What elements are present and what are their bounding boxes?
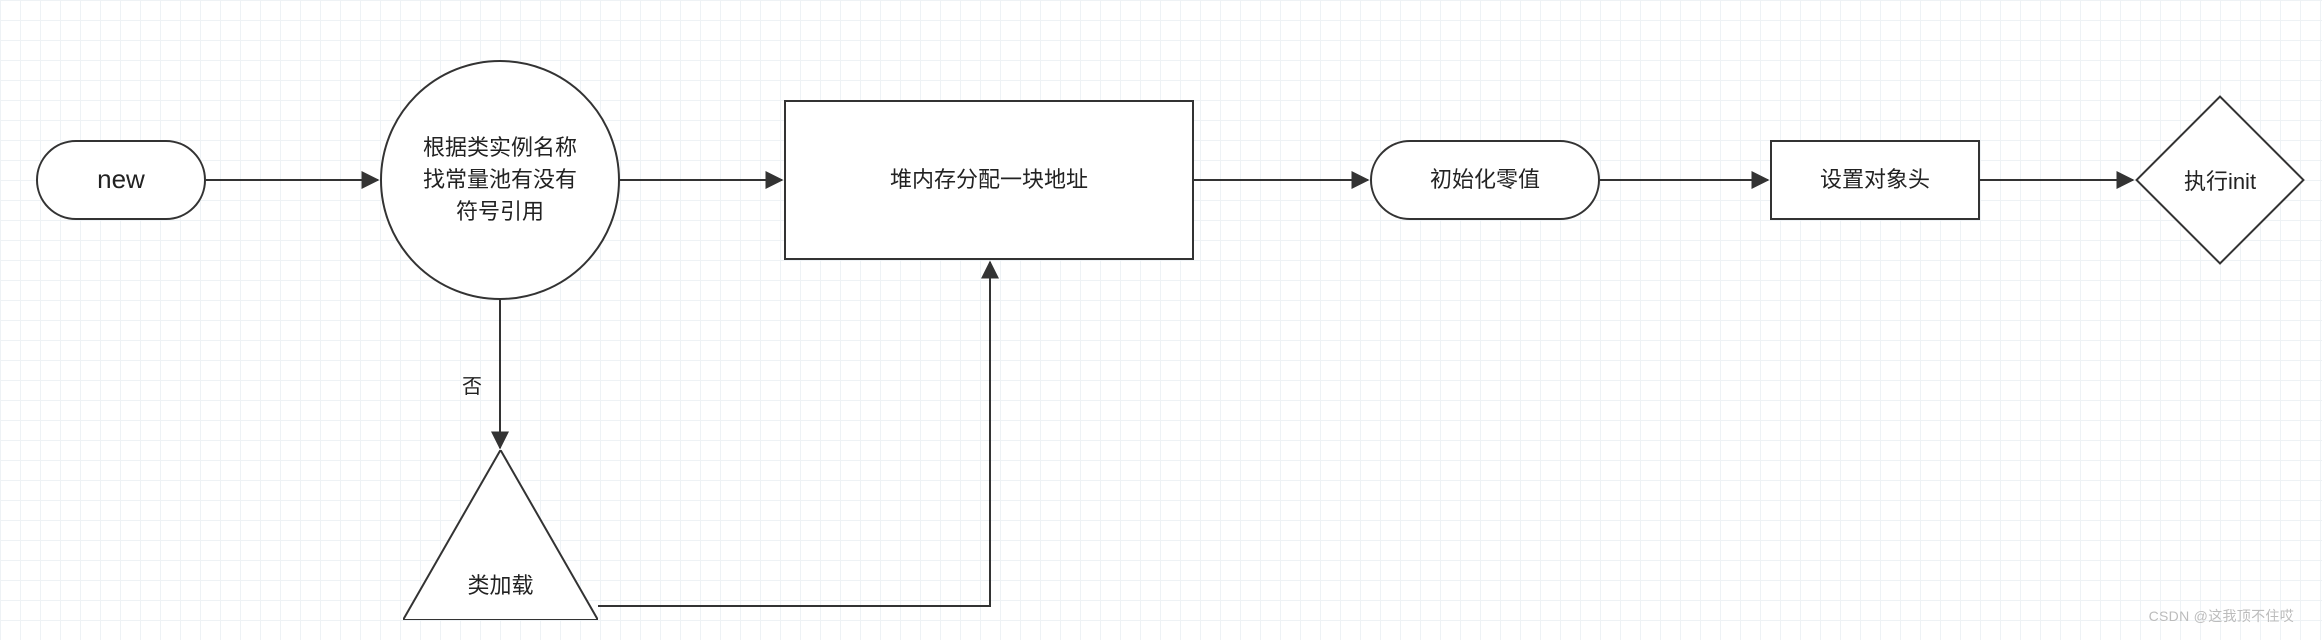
node-heap-alloc-label: 堆内存分配一块地址 — [890, 164, 1088, 196]
node-new: new — [36, 140, 206, 220]
edges-layer — [0, 0, 2322, 640]
node-object-header: 设置对象头 — [1770, 140, 1980, 220]
node-lookup-label: 根据类实例名称 找常量池有没有 符号引用 — [423, 132, 577, 228]
node-exec-init-label: 执行init — [2162, 122, 2278, 238]
node-class-load: 类加载 — [403, 450, 598, 620]
node-exec-init: 执行init — [2135, 95, 2305, 265]
watermark: CSDN @这我顶不住哎 — [2149, 606, 2294, 626]
node-class-load-label: 类加载 — [403, 568, 598, 600]
node-zero-init-label: 初始化零值 — [1430, 164, 1540, 196]
node-zero-init: 初始化零值 — [1370, 140, 1600, 220]
node-object-header-label: 设置对象头 — [1820, 164, 1930, 196]
edge-label-no: 否 — [462, 370, 482, 399]
node-heap-alloc: 堆内存分配一块地址 — [784, 100, 1194, 260]
node-new-label: new — [97, 161, 145, 199]
node-lookup-constant-pool: 根据类实例名称 找常量池有没有 符号引用 — [380, 60, 620, 300]
